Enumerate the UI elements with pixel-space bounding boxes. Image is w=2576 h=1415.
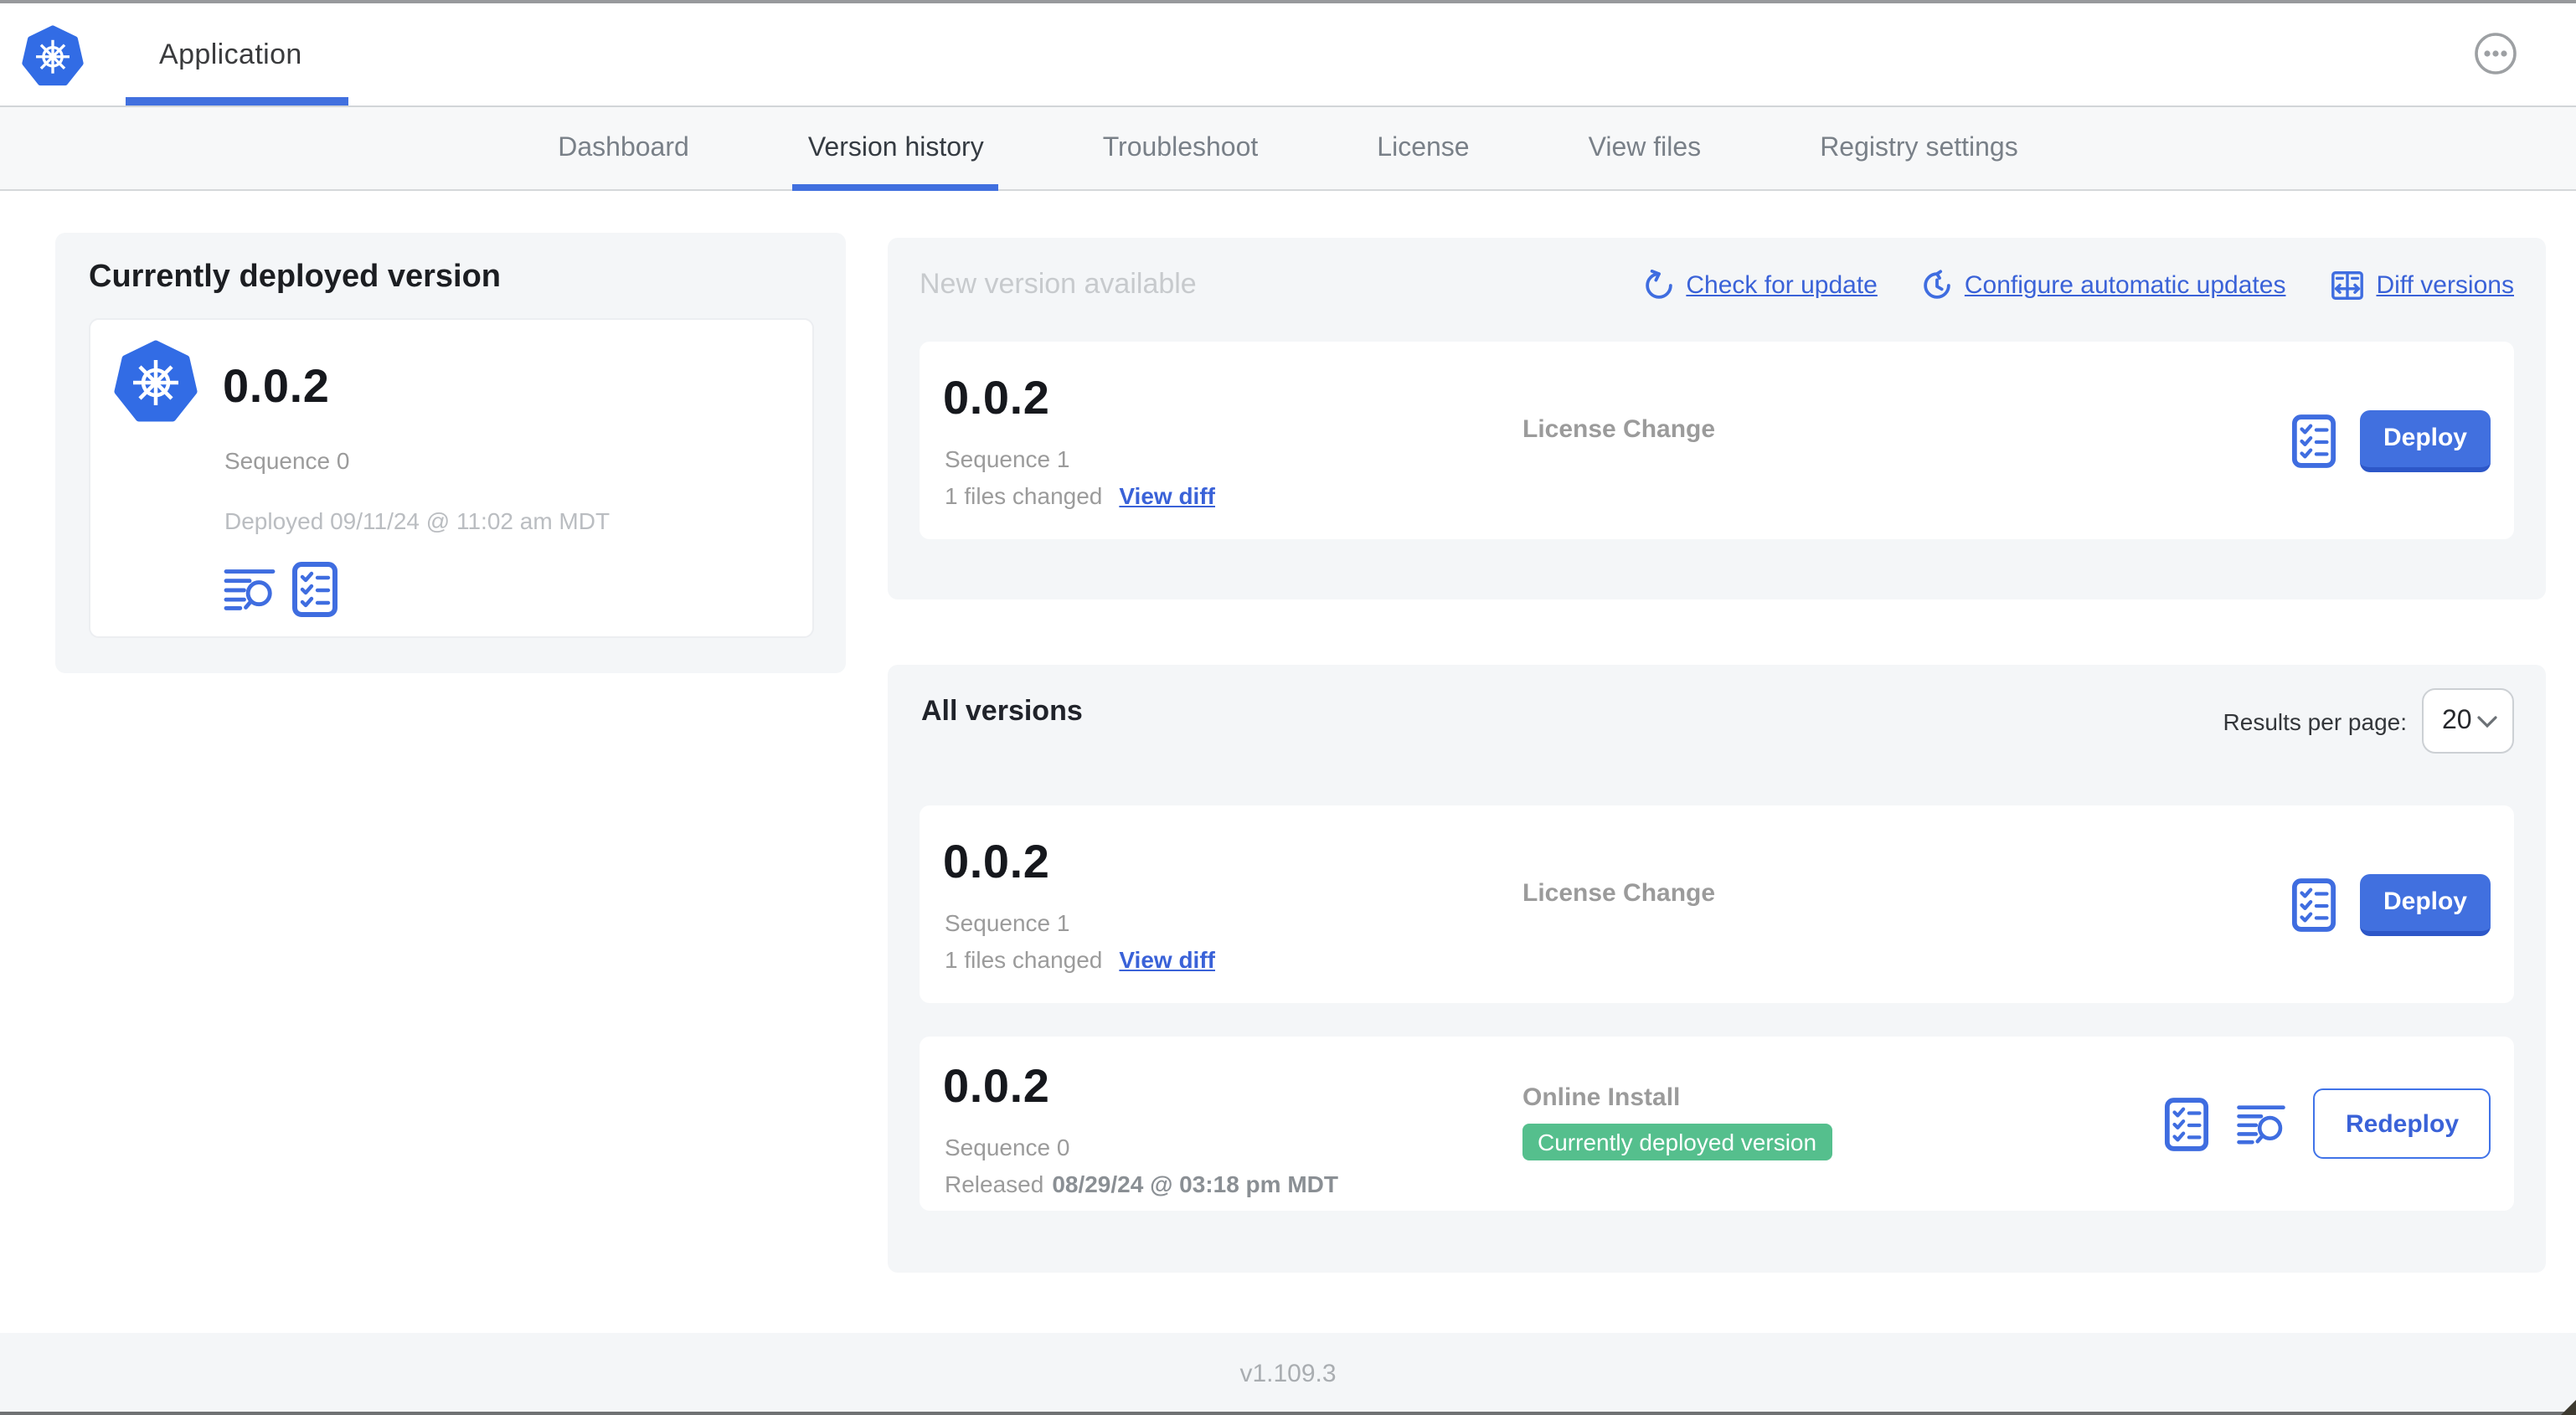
new-version-panel: New version available Check for update C… xyxy=(888,238,2546,599)
row-actions: Redeploy xyxy=(2165,1037,2491,1211)
row-actions: Deploy xyxy=(2291,342,2491,539)
chevron-down-icon xyxy=(2477,714,2497,728)
currently-deployed-title: Currently deployed version xyxy=(89,260,502,295)
window-top-edge xyxy=(0,0,2576,3)
row-actions: Deploy xyxy=(2291,805,2491,1003)
version-source: License Change xyxy=(1522,879,1716,908)
deploy-button[interactable]: Deploy xyxy=(2359,873,2491,935)
app-root: Application Dashboard Version history Tr… xyxy=(0,0,2576,1415)
window-resize-corner xyxy=(2561,1400,2576,1415)
results-per-page-label: Results per page: xyxy=(2223,708,2407,734)
files-changed: 1 files changed View diff xyxy=(945,482,1215,509)
schedule-update-icon xyxy=(1921,270,1953,301)
diff-versions-link[interactable]: Diff versions xyxy=(2329,268,2514,303)
deployed-version-actions xyxy=(223,561,338,618)
preflight-checks-button[interactable] xyxy=(2291,413,2336,468)
version-source: Online Install xyxy=(1522,1083,1681,1112)
new-version-title: New version available xyxy=(920,268,1197,300)
deployed-version-number: 0.0.2 xyxy=(223,360,330,412)
version-number: 0.0.2 xyxy=(943,372,1050,424)
currently-deployed-card: 0.0.2 Sequence 0 Deployed 09/11/24 @ 11:… xyxy=(89,318,814,638)
currently-deployed-badge: Currently deployed version xyxy=(1522,1124,1832,1160)
view-logs-button[interactable] xyxy=(223,566,276,613)
preflight-checklist-icon xyxy=(291,561,338,618)
tab-dashboard[interactable]: Dashboard xyxy=(558,106,689,190)
view-logs-button[interactable] xyxy=(2237,1101,2287,1146)
subnav-tabs: Dashboard Version history Troubleshoot L… xyxy=(0,107,2576,191)
tab-view-files[interactable]: View files xyxy=(1589,106,1702,190)
kubernetes-logo-icon xyxy=(22,25,84,87)
overflow-menu-button[interactable] xyxy=(2474,32,2517,75)
deployed-timestamp: Deployed 09/11/24 @ 11:02 am MDT xyxy=(224,507,611,534)
version-source: License Change xyxy=(1522,415,1716,444)
version-number: 0.0.2 xyxy=(943,1060,1050,1112)
refresh-icon xyxy=(1642,270,1674,301)
version-row: 0.0.2 Sequence 1 1 files changed View dif… xyxy=(920,805,2514,1003)
redeploy-button[interactable]: Redeploy xyxy=(2313,1088,2491,1159)
main-content: Currently deployed version 0.0.2 Sequenc… xyxy=(0,191,2576,1333)
console-version: v1.109.3 xyxy=(1239,1360,1337,1388)
logs-icon xyxy=(2237,1101,2287,1146)
new-version-row: 0.0.2 Sequence 1 1 files changed View dif… xyxy=(920,342,2514,539)
preflight-checks-button[interactable] xyxy=(2291,877,2336,932)
released-timestamp: Released 08/29/24 @ 03:18 pm MDT xyxy=(945,1171,1338,1197)
tab-troubleshoot[interactable]: Troubleshoot xyxy=(1103,106,1259,190)
deploy-button[interactable]: Deploy xyxy=(2359,409,2491,471)
all-versions-panel: All versions Results per page: 20 0.0.2 … xyxy=(888,665,2546,1273)
results-per-page-select[interactable]: 20 xyxy=(2422,688,2514,754)
ellipsis-icon xyxy=(2474,32,2517,75)
preflight-checklist-icon xyxy=(2291,877,2336,932)
configure-automatic-updates-link[interactable]: Configure automatic updates xyxy=(1921,270,2285,301)
kubernetes-logo-icon xyxy=(114,340,198,424)
version-sequence: Sequence 1 xyxy=(945,909,1070,936)
footer: v1.109.3 xyxy=(0,1333,2576,1415)
files-changed: 1 files changed View diff xyxy=(945,946,1215,973)
view-diff-link[interactable]: View diff xyxy=(1119,482,1215,509)
preflight-checks-button[interactable] xyxy=(291,561,338,618)
preflight-checklist-icon xyxy=(2291,413,2336,468)
all-versions-title: All versions xyxy=(921,695,1083,727)
tab-license[interactable]: License xyxy=(1377,106,1469,190)
view-diff-link[interactable]: View diff xyxy=(1119,946,1215,973)
version-sequence: Sequence 1 xyxy=(945,445,1070,472)
version-sequence: Sequence 0 xyxy=(945,1134,1070,1160)
version-row: 0.0.2 Sequence 0 Released 08/29/24 @ 03:1… xyxy=(920,1037,2514,1211)
preflight-checklist-icon xyxy=(2165,1096,2210,1151)
currently-deployed-panel: Currently deployed version 0.0.2 Sequenc… xyxy=(55,233,846,673)
window-bottom-edge xyxy=(0,1412,2576,1415)
preflight-checks-button[interactable] xyxy=(2165,1096,2210,1151)
active-app-underline xyxy=(126,97,348,105)
logs-icon xyxy=(223,566,276,613)
app-title: Application xyxy=(159,39,302,70)
diff-icon xyxy=(2329,268,2364,303)
topbar: Application xyxy=(0,3,2576,107)
version-number: 0.0.2 xyxy=(943,836,1050,888)
tab-version-history[interactable]: Version history xyxy=(792,106,999,190)
deployed-sequence: Sequence 0 xyxy=(224,447,350,474)
update-links: Check for update Configure automatic upd… xyxy=(1642,268,2514,303)
tab-registry-settings[interactable]: Registry settings xyxy=(1820,106,2018,190)
results-per-page: Results per page: 20 xyxy=(2223,688,2514,754)
check-for-update-link[interactable]: Check for update xyxy=(1642,270,1878,301)
